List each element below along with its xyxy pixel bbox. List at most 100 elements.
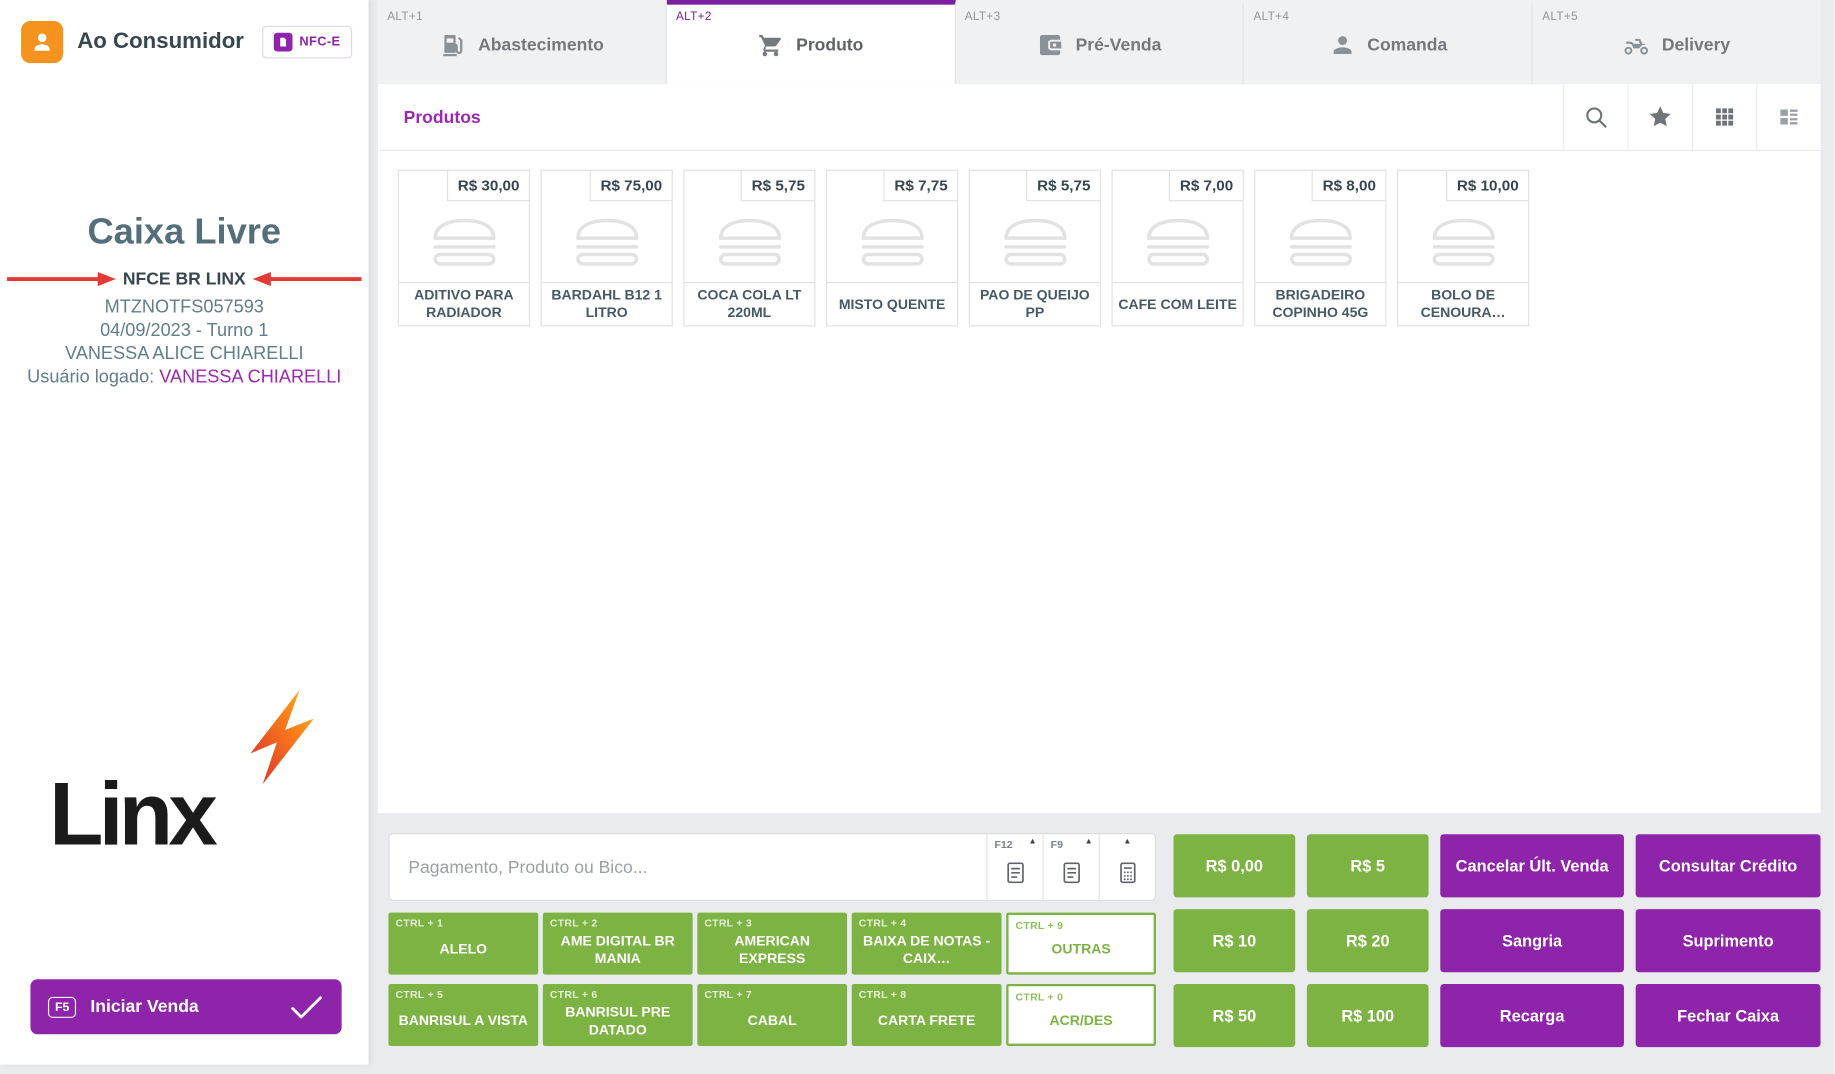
- product-card[interactable]: R$ 30,00 ADITIVO PARA RADIADOR: [398, 170, 530, 327]
- payment-label: CARTA FRETE: [878, 1012, 975, 1029]
- tab-shortcut: ALT+2: [676, 11, 712, 24]
- tab-shortcut: ALT+3: [965, 11, 1001, 24]
- product-name: MISTO QUENTE: [827, 282, 957, 325]
- amount-10-button[interactable]: R$ 10: [1174, 909, 1296, 972]
- payment-carta-frete-button[interactable]: CTRL + 8 CARTA FRETE: [852, 984, 1002, 1046]
- nfce-series-label: NFCE BR LINX: [123, 269, 246, 289]
- payment-shortcut: CTRL + 8: [859, 989, 907, 1001]
- amount-0-button[interactable]: R$ 0,00: [1174, 834, 1296, 897]
- payment-baixa-notas-button[interactable]: CTRL + 4 BAIXA DE NOTAS - CAIX…: [852, 913, 1002, 975]
- payment-cabal-button[interactable]: CTRL + 7 CABAL: [697, 984, 847, 1046]
- product-name: PAO DE QUEIJO PP: [970, 282, 1100, 325]
- product-placeholder-icon: [425, 215, 502, 269]
- tab-produto[interactable]: ALT+2 Produto: [667, 0, 956, 84]
- product-price: R$ 30,00: [447, 170, 530, 202]
- product-name: BOLO DE CENOURA…: [1398, 282, 1528, 325]
- consult-credit-button[interactable]: Consultar Crédito: [1636, 834, 1821, 897]
- product-card[interactable]: R$ 8,00 BRIGADEIRO COPINHO 45G: [1254, 170, 1386, 327]
- payment-shortcut: CTRL + 2: [550, 917, 598, 929]
- product-price: R$ 5,75: [741, 170, 815, 202]
- products-title: Produtos: [404, 107, 481, 127]
- tab-delivery[interactable]: ALT+5 Delivery: [1533, 0, 1821, 84]
- payment-ame-digital-button[interactable]: CTRL + 2 AME DIGITAL BR MANIA: [543, 913, 693, 975]
- product-card[interactable]: R$ 10,00 BOLO DE CENOURA…: [1397, 170, 1529, 327]
- product-card[interactable]: R$ 7,75 MISTO QUENTE: [826, 170, 958, 327]
- list-view-button[interactable]: [1756, 84, 1820, 150]
- panel-tools: [1563, 84, 1820, 150]
- amount-50-button[interactable]: R$ 50: [1174, 984, 1296, 1047]
- product-card[interactable]: R$ 5,75 COCA COLA LT 220ML: [683, 170, 815, 327]
- product-placeholder-icon: [568, 215, 645, 269]
- session-info: Caixa Livre NFCE BR LINX MTZNOTFS057593 …: [0, 211, 369, 390]
- product-card[interactable]: R$ 75,00 BARDAHL B12 1 LITRO: [541, 170, 673, 327]
- payment-banrisul-vista-button[interactable]: CTRL + 5 BANRISUL A VISTA: [388, 984, 538, 1046]
- nfce-badge[interactable]: NFC-E: [262, 26, 352, 59]
- product-card[interactable]: R$ 5,75 PAO DE QUEIJO PP: [969, 170, 1101, 327]
- product-card[interactable]: R$ 7,00 CAFE COM LEITE: [1112, 170, 1244, 327]
- main-area: ALT+1 Abastecimento ALT+2 Produto ALT+3 …: [378, 0, 1821, 1074]
- product-grid: R$ 30,00 ADITIVO PARA RADIADOR R$ 75,00 …: [378, 151, 1821, 345]
- register-status: Caixa Livre: [0, 211, 369, 253]
- payment-shortcut: CTRL + 6: [550, 989, 598, 1001]
- payment-banrisul-pre-button[interactable]: CTRL + 6 BANRISUL PRE DATADO: [543, 984, 693, 1046]
- user-icon: [29, 29, 55, 55]
- command-input[interactable]: [390, 834, 987, 900]
- payment-label: CABAL: [748, 1012, 797, 1029]
- grid-view-button[interactable]: [1692, 84, 1756, 150]
- tab-label: Pré-Venda: [1076, 35, 1162, 55]
- tab-comanda[interactable]: ALT+4 Comanda: [1244, 0, 1533, 84]
- list-view-icon: [1776, 104, 1802, 130]
- payment-shortcut: CTRL + 9: [1016, 920, 1064, 932]
- amount-5-button[interactable]: R$ 5: [1307, 834, 1429, 897]
- search-button[interactable]: [1563, 84, 1627, 150]
- product-placeholder-icon: [1282, 215, 1359, 269]
- pos-app: Ao Consumidor NFC-E Caixa Livre NFCE BR …: [0, 0, 1835, 1074]
- tab-abastecimento[interactable]: ALT+1 Abastecimento: [378, 0, 667, 84]
- sangria-button[interactable]: Sangria: [1440, 909, 1624, 972]
- mode-tabs: ALT+1 Abastecimento ALT+2 Produto ALT+3 …: [378, 0, 1821, 84]
- f12-document-button[interactable]: F12 ▲: [986, 834, 1042, 900]
- cancel-last-sale-button[interactable]: Cancelar Últ. Venda: [1440, 834, 1624, 897]
- amount-20-button[interactable]: R$ 20: [1307, 909, 1429, 972]
- red-arrow-right-icon: [7, 271, 116, 286]
- payment-alelo-button[interactable]: CTRL + 1 ALELO: [388, 913, 538, 975]
- tab-pre-venda[interactable]: ALT+3 Pré-Venda: [955, 0, 1244, 84]
- dropdown-arrow-icon: ▲: [1123, 838, 1131, 846]
- start-sale-button[interactable]: F5 Iniciar Venda: [30, 979, 341, 1034]
- payment-label: ALELO: [440, 941, 488, 958]
- payment-outras-button[interactable]: CTRL + 9 OUTRAS: [1006, 913, 1156, 975]
- wallet-icon: [1037, 31, 1064, 58]
- payment-american-express-button[interactable]: CTRL + 3 AMERICAN EXPRESS: [697, 913, 847, 975]
- logged-user-line: Usuário logado: VANESSA CHIARELLI: [0, 366, 369, 389]
- recarga-button[interactable]: Recarga: [1440, 984, 1624, 1047]
- favorites-button[interactable]: [1627, 84, 1691, 150]
- operator-name: VANESSA ALICE CHIARELLI: [0, 343, 369, 366]
- payment-label: BANRISUL A VISTA: [399, 1012, 528, 1029]
- product-placeholder-icon: [711, 215, 788, 269]
- linx-wordmark: Linx: [49, 771, 213, 860]
- product-placeholder-icon: [1424, 215, 1501, 269]
- tab-shortcut: ALT+1: [387, 11, 423, 24]
- payment-buttons-grid: CTRL + 1 ALELO CTRL + 2 AME DIGITAL BR M…: [388, 913, 1156, 1046]
- suprimento-button[interactable]: Suprimento: [1636, 909, 1821, 972]
- payment-label: BANRISUL PRE DATADO: [549, 1004, 687, 1038]
- close-register-button[interactable]: Fechar Caixa: [1636, 984, 1821, 1047]
- amount-100-button[interactable]: R$ 100: [1307, 984, 1429, 1047]
- product-name: ADITIVO PARA RADIADOR: [399, 282, 529, 325]
- calculator-icon: [1117, 861, 1138, 884]
- sidebar: Ao Consumidor NFC-E Caixa Livre NFCE BR …: [0, 0, 369, 1065]
- f9-document-button[interactable]: F9 ▲: [1042, 834, 1098, 900]
- payment-shortcut: CTRL + 7: [704, 989, 752, 1001]
- calculator-button[interactable]: ▲: [1099, 834, 1155, 900]
- product-placeholder-icon: [854, 215, 931, 269]
- logged-user-label: Usuário logado:: [27, 367, 159, 387]
- person-icon: [1329, 31, 1356, 58]
- product-price: R$ 5,75: [1027, 170, 1101, 202]
- tab-shortcut: ALT+4: [1254, 11, 1290, 24]
- product-placeholder-icon: [1139, 215, 1216, 269]
- motorcycle-icon: [1623, 31, 1650, 58]
- star-icon: [1647, 104, 1673, 130]
- logged-user-name[interactable]: VANESSA CHIARELLI: [159, 367, 341, 387]
- start-sale-label: Iniciar Venda: [90, 997, 198, 1017]
- payment-acr-des-button[interactable]: CTRL + 0 ACR/DES: [1006, 984, 1156, 1046]
